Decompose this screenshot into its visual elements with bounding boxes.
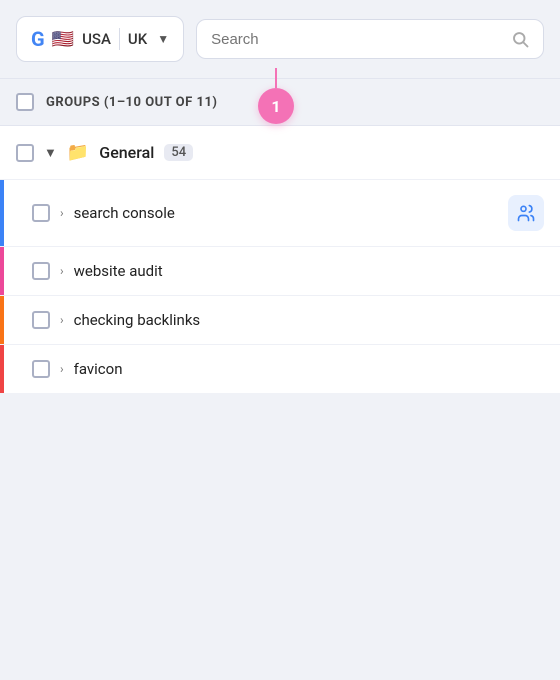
folder-icon: 📁 [67,142,89,163]
search-icon [511,30,529,48]
top-bar: G 🇺🇸 USA UK ▼ [0,0,560,78]
chevron-down-icon: ▼ [157,32,169,46]
list-item[interactable]: › favicon [0,345,560,393]
country-label: USA [82,30,111,48]
tooltip-bubble: 1 [258,68,294,124]
chevron-right-icon: › [60,264,64,278]
left-accent-icon [0,247,4,295]
chevron-down-icon: ▼ [44,145,57,161]
item-checkbox[interactable] [32,311,50,329]
item-checkbox[interactable] [32,204,50,222]
item-label: favicon [74,360,123,378]
chevron-right-icon: › [60,206,64,220]
people-icon-badge [508,195,544,231]
locale-label: UK [128,30,147,48]
people-icon [516,203,536,223]
general-row[interactable]: ▼ 📁 General 54 [0,126,560,180]
left-accent-icon [0,345,4,393]
left-accent-icon [0,296,4,344]
google-logo: G [31,27,44,51]
list-item[interactable]: › website audit [0,247,560,296]
general-count-badge: 54 [164,144,193,161]
general-checkbox[interactable] [16,144,34,162]
list-item[interactable]: › checking backlinks [0,296,560,345]
groups-title: GROUPS (1–10 OUT OF 11) [46,95,217,110]
vertical-divider [119,28,120,50]
us-flag-icon: 🇺🇸 [52,29,74,50]
item-checkbox[interactable] [32,262,50,280]
groups-checkbox[interactable] [16,93,34,111]
chevron-right-icon: › [60,313,64,327]
left-accent-icon [0,180,4,246]
search-box[interactable] [196,19,544,59]
tooltip-number: 1 [258,88,294,124]
item-label: checking backlinks [74,311,201,329]
search-input[interactable] [211,31,503,48]
tooltip-line [275,68,277,88]
item-label: search console [74,204,175,222]
list-item[interactable]: › search console [0,180,560,247]
general-label: General [99,143,154,162]
item-checkbox[interactable] [32,360,50,378]
item-label: website audit [74,262,163,280]
locale-selector[interactable]: G 🇺🇸 USA UK ▼ [16,16,184,62]
chevron-right-icon: › [60,362,64,376]
list-container: ▼ 📁 General 54 › search console › websit… [0,125,560,393]
